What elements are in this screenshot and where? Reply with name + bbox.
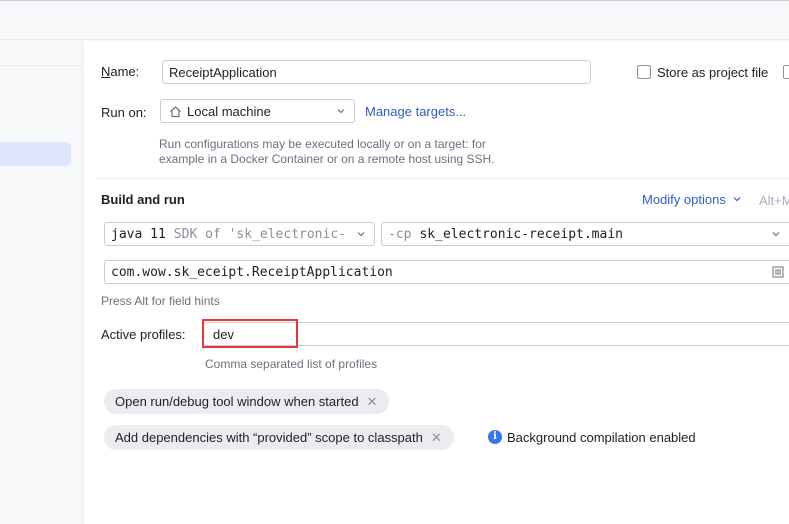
chip-add-deps-label: Add dependencies with “provided” scope t… — [115, 430, 423, 445]
chevron-down-icon — [357, 232, 365, 237]
name-label: Name: — [101, 64, 139, 79]
chevron-down-icon — [772, 232, 780, 237]
section-separator — [96, 178, 789, 179]
name-label-rest: ame: — [110, 64, 140, 79]
dialog-top-bar — [0, 0, 789, 40]
classpath-module-combobox[interactable]: -cp sk_electronic-receipt.main — [381, 222, 789, 246]
close-icon[interactable]: ✕ — [431, 430, 442, 446]
jdk-version: java 11 — [111, 226, 166, 242]
main-class-input[interactable]: com.wow.sk_eceipt.ReceiptApplication — [104, 260, 789, 284]
name-input[interactable]: ReceiptApplication — [162, 60, 591, 84]
background-compilation-status: Background compilation enabled — [507, 430, 696, 445]
highlight-box — [202, 319, 298, 348]
classpath-module: sk_electronic-receipt.main — [419, 226, 623, 242]
chip-add-provided-dependencies[interactable]: Add dependencies with “provided” scope t… — [104, 425, 454, 450]
home-icon — [170, 105, 181, 117]
run-on-combobox[interactable]: Local machine — [160, 99, 355, 123]
active-profiles-hint: Comma separated list of profiles — [205, 357, 378, 371]
name-label-mnemonic: N — [101, 64, 111, 79]
modify-options-shortcut: Alt+M — [759, 193, 789, 208]
modify-options-link[interactable]: Modify options — [642, 192, 742, 207]
store-as-project-file-extra — [783, 65, 789, 79]
chip-open-window-label: Open run/debug tool window when started — [115, 394, 359, 409]
tree-divider — [0, 65, 82, 66]
info-icon: i — [488, 430, 502, 444]
chevron-down-icon — [337, 109, 345, 114]
browse-class-icon[interactable] — [772, 266, 784, 278]
store-as-project-file-label[interactable]: Store as project file — [657, 65, 768, 80]
manage-targets-link[interactable]: Manage targets... — [365, 104, 466, 119]
run-on-label: Run on: — [101, 105, 147, 120]
jdk-combobox[interactable]: java 11 SDK of 'sk_electronic- — [104, 222, 375, 246]
classpath-flag: -cp — [388, 226, 412, 242]
name-input-value: ReceiptApplication — [169, 64, 277, 80]
run-on-hint-line2: example in a Docker Container or on a re… — [159, 152, 495, 166]
run-on-value: Local machine — [187, 103, 271, 119]
main-class-value: com.wow.sk_eceipt.ReceiptApplication — [111, 264, 393, 280]
selected-configuration-item[interactable] — [0, 142, 71, 166]
build-and-run-heading: Build and run — [101, 192, 185, 207]
close-icon[interactable]: ✕ — [367, 394, 378, 410]
jdk-sdk-text: SDK of 'sk_electronic- — [173, 226, 346, 242]
field-hint: Press Alt for field hints — [101, 294, 220, 308]
active-profiles-label: Active profiles: — [101, 327, 186, 342]
modify-options-label: Modify options — [642, 192, 726, 207]
chip-open-run-debug-window[interactable]: Open run/debug tool window when started … — [104, 389, 390, 414]
run-on-hint-line1: Run configurations may be executed local… — [159, 137, 486, 151]
store-as-project-file-checkbox[interactable] — [637, 65, 651, 79]
chevron-down-icon — [734, 197, 741, 202]
configurations-tree-panel — [0, 41, 83, 524]
